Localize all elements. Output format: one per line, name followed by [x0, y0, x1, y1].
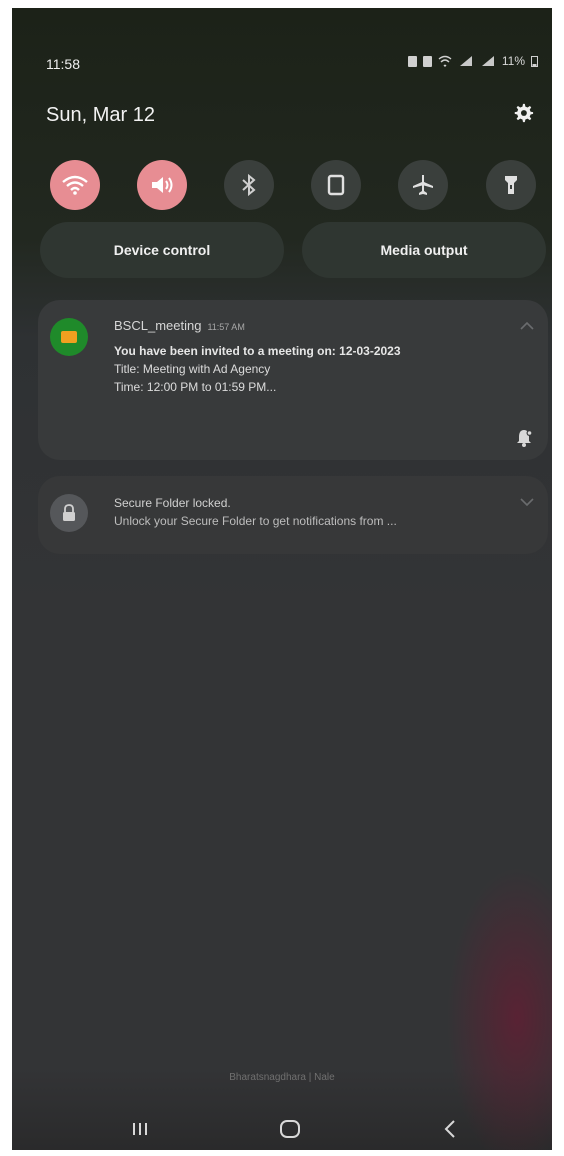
collapse-chevron-icon[interactable] [520, 322, 534, 330]
notification-time: 11:57 AM [207, 322, 245, 332]
meeting-notification[interactable]: BSCL_meeting 11:57 AM You have been invit… [38, 300, 548, 460]
notification-shade: 11:58 11% Sun, Mar 12 Device control Med… [12, 8, 552, 1150]
notification-line-2: Title: Meeting with Ad Agency [114, 362, 271, 376]
recent-apps-button[interactable] [120, 1114, 160, 1144]
battery-icon [531, 56, 538, 67]
settings-gear-icon[interactable] [512, 102, 534, 124]
meeting-app-icon [50, 318, 88, 356]
carrier-footer: Bharatsnagdhara | Nale [229, 1072, 335, 1083]
sound-icon [152, 177, 173, 193]
notification-bell-icon[interactable] [514, 428, 534, 448]
wifi-toggle[interactable] [50, 160, 100, 210]
quick-settings-row [50, 160, 536, 210]
media-output-label: Media output [380, 242, 468, 258]
airplane-toggle[interactable] [398, 160, 448, 210]
sound-toggle[interactable] [137, 160, 187, 210]
secure-folder-notification[interactable]: Secure Folder locked. Unlock your Secure… [38, 476, 548, 554]
home-icon [280, 1120, 300, 1138]
media-output-button[interactable]: Media output [302, 222, 546, 278]
gallery-notification-icon [422, 55, 432, 67]
back-chevron-icon [444, 1120, 455, 1138]
notification-header: BSCL_meeting 11:57 AM [114, 318, 245, 333]
status-icons: 11% [407, 54, 538, 68]
notification-app-name: BSCL_meeting [114, 318, 202, 333]
secure-folder-body: Unlock your Secure Folder to get notific… [114, 514, 397, 528]
portrait-icon [327, 174, 345, 196]
back-button[interactable] [430, 1114, 470, 1144]
status-time: 11:58 [46, 56, 80, 72]
secure-folder-icon [50, 494, 88, 532]
date-label: Sun, Mar 12 [46, 104, 155, 126]
device-control-label: Device control [113, 242, 211, 258]
home-button[interactable] [270, 1114, 310, 1144]
battery-saver-icon [407, 55, 417, 67]
navigation-bar [12, 1108, 552, 1150]
battery-percent: 11% [501, 54, 525, 68]
notification-line-1: You have been invited to a meeting on: 1… [114, 344, 401, 358]
expand-chevron-icon[interactable] [520, 498, 534, 506]
recent-apps-icon [133, 1123, 147, 1135]
portrait-toggle[interactable] [311, 160, 361, 210]
wifi-signal-icon [438, 55, 452, 67]
cell-signal-1-icon [459, 56, 472, 66]
airplane-icon [413, 175, 433, 195]
flashlight-toggle[interactable] [486, 160, 536, 210]
cell-signal-2-icon [481, 56, 494, 66]
notification-line-3: Time: 12:00 PM to 01:59 PM... [114, 380, 277, 394]
bluetooth-icon [242, 173, 256, 197]
lock-icon [63, 504, 75, 521]
wifi-icon [62, 175, 88, 195]
bluetooth-toggle[interactable] [224, 160, 274, 210]
secure-folder-title: Secure Folder locked. [114, 496, 231, 510]
device-control-button[interactable]: Device control [40, 222, 284, 278]
flashlight-icon [505, 176, 517, 194]
